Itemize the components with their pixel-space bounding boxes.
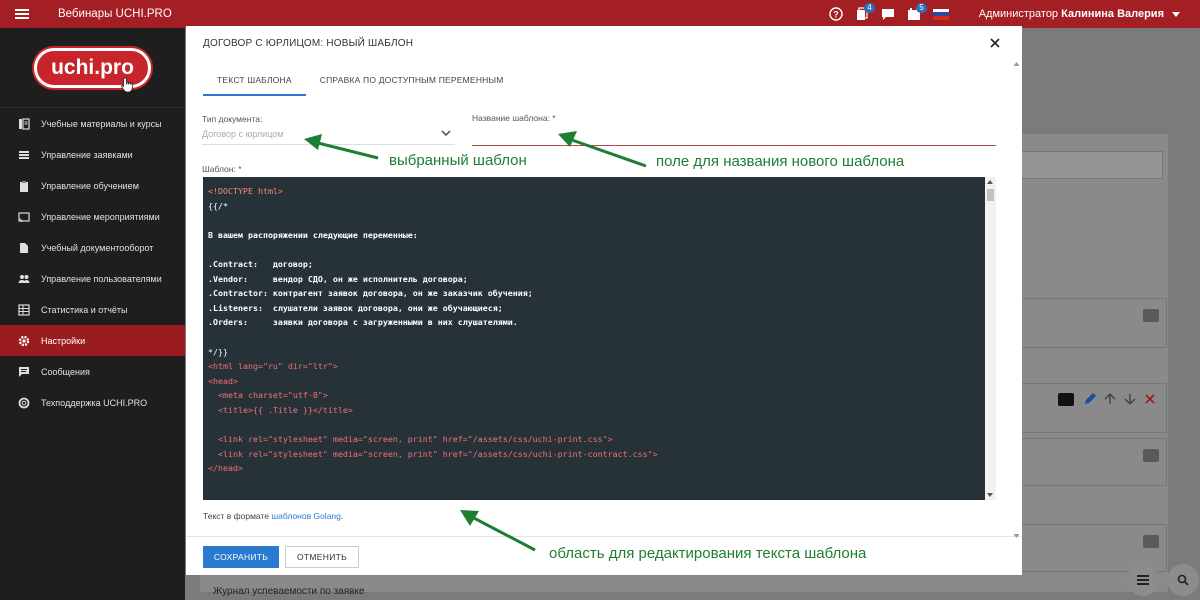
top-bar: Вебинары UCHI.PRO ? 4 5 Администратор Ка… — [0, 0, 1200, 28]
message-icon — [17, 365, 30, 378]
new-template-dialog: ДОГОВОР С ЮРЛИЦОМ: НОВЫЙ ШАБЛОН ТЕКСТ ША… — [186, 26, 1022, 575]
code-line: <meta charset="utf-8"> — [208, 390, 328, 401]
code-line: В вашем распоряжении следующие переменны… — [208, 229, 418, 240]
sidebar-item-users[interactable]: Управление пользователями — [0, 263, 185, 294]
documents-icon[interactable]: 4 — [851, 0, 875, 28]
annotation-name-field: поле для названия нового шаблона — [656, 153, 905, 170]
sidebar-item-support[interactable]: Техподдержка UCHI.PRO — [0, 387, 185, 418]
list-icon — [17, 148, 30, 161]
background-search-icon — [1143, 309, 1159, 322]
background-down-icon — [1123, 392, 1137, 409]
clipboard-icon — [17, 179, 30, 192]
tab-template-text[interactable]: ТЕКСТ ШАБЛОНА — [203, 70, 306, 96]
sidebar-item-documents[interactable]: Учебный документооборот — [0, 232, 185, 263]
format-note: Текст в формате шаблонов Golang. — [203, 511, 344, 521]
table-icon — [17, 303, 30, 316]
help-icon[interactable]: ? — [825, 0, 847, 28]
background-up-icon — [1103, 392, 1117, 409]
sidebar: uchi.pro Учебные материалы и курсы Управ… — [0, 28, 185, 600]
sidebar-item-materials[interactable]: Учебные материалы и курсы — [0, 108, 185, 139]
code-line: </head> — [208, 463, 243, 474]
code-line: <link rel="stylesheet" media="screen, pr… — [208, 434, 613, 445]
code-line: <link rel="stylesheet" media="screen, pr… — [208, 448, 658, 459]
code-line: {{/* — [208, 200, 228, 211]
dialog-title: ДОГОВОР С ЮРЛИЦОМ: НОВЫЙ ШАБЛОН — [203, 38, 414, 49]
code-line: <title>{{ .Title }}</title> — [208, 404, 353, 415]
code-line: .Listeners: слушатели заявок договора, о… — [208, 302, 503, 313]
code-line: <html lang="ru" dir="ltr"> — [208, 361, 338, 372]
background-delete-icon — [1143, 392, 1157, 409]
tab-variables-help[interactable]: СПРАВКА ПО ДОСТУПНЫМ ПЕРЕМЕННЫМ — [306, 70, 518, 96]
app-title: Вебинары UCHI.PRO — [58, 8, 172, 20]
code-line: .Contract: договор; — [208, 258, 313, 269]
code-line: */}} — [208, 346, 228, 357]
document-icon — [17, 241, 30, 254]
cancel-button[interactable]: ОТМЕНИТЬ — [285, 546, 359, 568]
background-search-icon — [1143, 449, 1159, 462]
tab-bar: ТЕКСТ ШАБЛОНА СПРАВКА ПО ДОСТУПНЫМ ПЕРЕМ… — [203, 70, 518, 96]
search-icon[interactable] — [1167, 564, 1199, 596]
svg-text:?: ? — [833, 10, 839, 20]
template-name-input[interactable] — [472, 125, 996, 146]
users-icon — [17, 272, 30, 285]
template-name-label: Название шаблона: * — [472, 113, 556, 123]
background-search-icon — [1143, 535, 1159, 548]
scroll-up-icon[interactable] — [987, 180, 993, 184]
scrollbar-thumb[interactable] — [987, 189, 994, 201]
code-line: .Orders: заявки договора с загруженными … — [208, 317, 518, 328]
user-menu-caret-icon[interactable] — [1172, 11, 1180, 17]
code-line: <head> — [208, 375, 238, 386]
annotation-edit-area: область для редактирования текста шаблон… — [549, 545, 867, 562]
user-name: Калинина Валерия — [1061, 8, 1164, 20]
list-view-icon[interactable] — [1127, 564, 1159, 596]
code-line: .Contractor: контрагент заявок договора,… — [208, 288, 533, 299]
save-button[interactable]: СОХРАНИТЬ — [203, 546, 279, 568]
dialog-scrollbar[interactable] — [1013, 60, 1020, 540]
scroll-down-icon[interactable] — [987, 493, 993, 497]
calendar-badge: 5 — [916, 3, 927, 13]
editor-scrollbar[interactable] — [985, 177, 996, 500]
doc-type-select[interactable]: Договор с юрлицом — [202, 125, 455, 145]
chat-icon[interactable] — [877, 0, 899, 28]
background-search-icon — [1058, 393, 1074, 406]
sidebar-item-requests[interactable]: Управление заявками — [0, 139, 185, 170]
doc-type-value: Договор с юрлицом — [202, 129, 284, 139]
cast-icon — [17, 210, 30, 223]
calendar-icon[interactable]: 5 — [903, 0, 927, 28]
code-line: .Vendor: вендор СДО, он же исполнитель д… — [208, 273, 468, 284]
golang-templates-link[interactable]: шаблонов Golang — [271, 511, 341, 521]
annotation-selected-template: выбранный шаблон — [389, 152, 527, 169]
user-role: Администратор — [978, 8, 1059, 20]
gear-icon — [17, 334, 30, 347]
sidebar-item-statistics[interactable]: Статистика и отчёты — [0, 294, 185, 325]
footer-divider — [186, 536, 1022, 537]
close-icon[interactable] — [988, 36, 1002, 50]
language-flag-icon[interactable] — [932, 8, 949, 20]
pointer-hand-icon — [120, 75, 134, 99]
support-icon — [17, 396, 30, 409]
chevron-down-icon — [441, 128, 451, 140]
sidebar-item-training[interactable]: Управление обучением — [0, 170, 185, 201]
template-code-editor[interactable]: <!DOCTYPE html> {{/* В вашем распоряжени… — [203, 177, 996, 500]
code-line: <!DOCTYPE html> — [208, 186, 283, 196]
journal-label: Журнал успеваемости по заявке — [213, 586, 365, 597]
documents-badge: 4 — [864, 3, 875, 13]
doc-type-label: Тип документа: — [202, 114, 263, 124]
menu-icon[interactable] — [0, 0, 44, 28]
sidebar-item-events[interactable]: Управление мероприятиями — [0, 201, 185, 232]
template-label: Шаблон: * — [202, 164, 242, 174]
sidebar-item-messages[interactable]: Сообщения — [0, 356, 185, 387]
user-menu[interactable]: Администратор Калинина Валерия — [979, 8, 1164, 20]
background-edit-icon — [1083, 392, 1097, 409]
logo[interactable]: uchi.pro — [34, 47, 151, 92]
books-icon — [17, 117, 30, 130]
sidebar-item-settings[interactable]: Настройки — [0, 325, 185, 356]
